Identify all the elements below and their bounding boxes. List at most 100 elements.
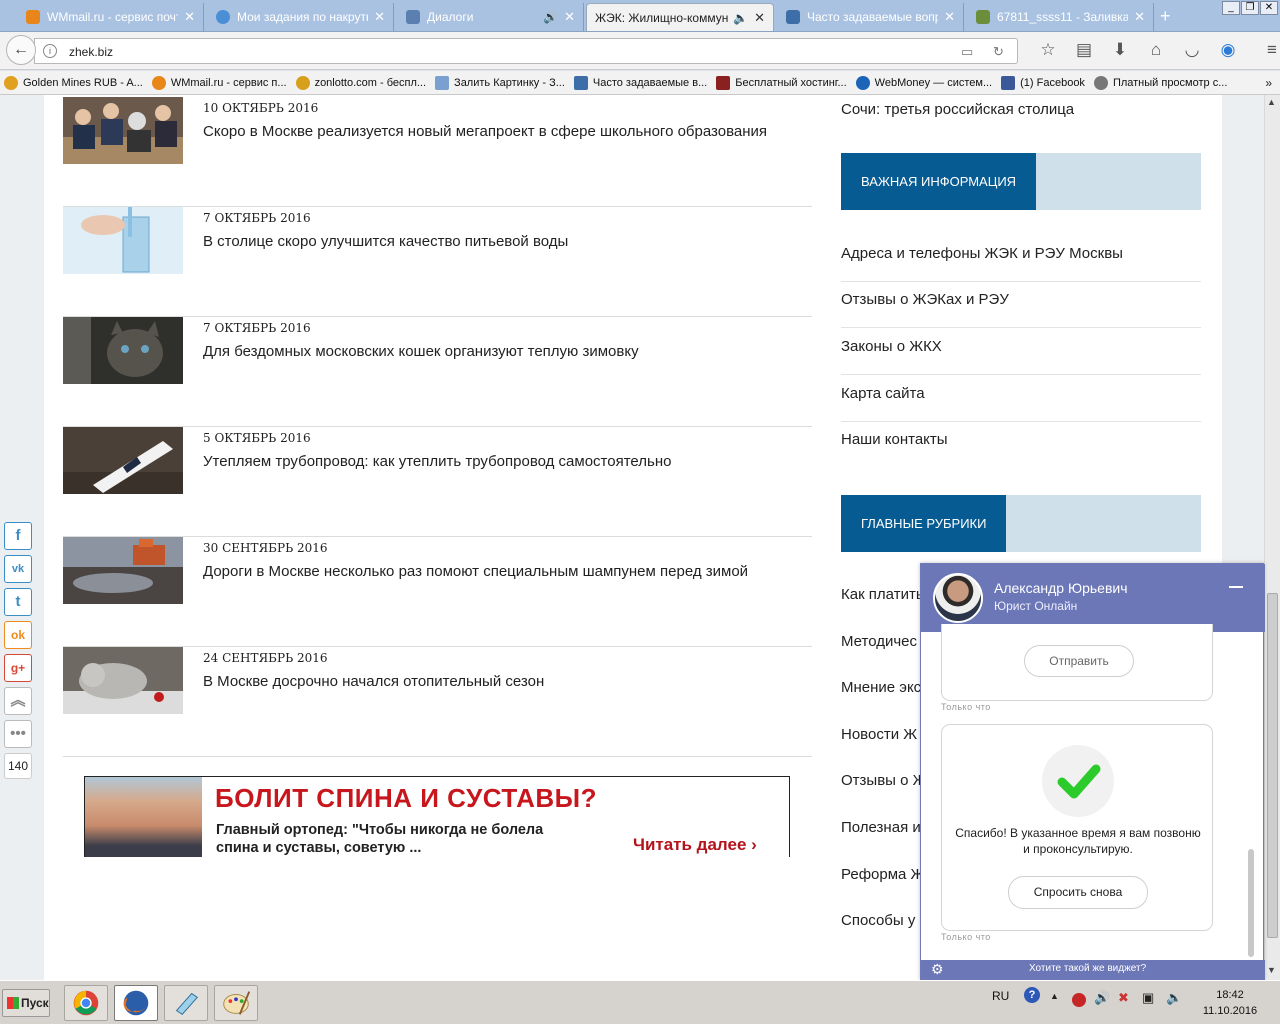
vk-share-icon[interactable]: vk [4, 555, 32, 583]
news-thumbnail[interactable] [63, 97, 183, 164]
news-thumbnail[interactable] [63, 317, 183, 384]
twitter-share-icon[interactable]: t [4, 588, 32, 616]
close-icon[interactable]: ✕ [564, 9, 575, 25]
speaker-icon[interactable]: 🔈 [1166, 990, 1182, 1006]
address-bar[interactable]: i zhek.biz ▭ ↻ [34, 38, 1018, 64]
news-thumbnail[interactable] [63, 537, 183, 604]
sidebar-link[interactable]: Наши контакты [841, 421, 1201, 468]
googleplus-share-icon[interactable]: g+ [4, 654, 32, 682]
rubric-link[interactable]: Способы у [841, 912, 931, 929]
scroll-up-arrow-icon[interactable]: ▲ [1267, 97, 1276, 107]
bookmark-item[interactable]: Бесплатный хостинг... [716, 75, 847, 90]
news-thumbnail[interactable] [63, 427, 183, 494]
news-item[interactable]: 10 ОКТЯБРЬ 2016 Скоро в Москве реализует… [63, 97, 812, 207]
chat-scrollbar[interactable] [1248, 849, 1254, 957]
menu-icon[interactable]: ≡ [1254, 40, 1280, 60]
news-item[interactable]: 5 ОКТЯБРЬ 2016 Утепляем трубопровод: как… [63, 427, 812, 537]
minimize-icon[interactable] [1229, 586, 1243, 588]
volume-icon[interactable]: 🔊 [1094, 990, 1110, 1006]
ad-read-more-link[interactable]: Читать далее › [633, 835, 757, 855]
page-scrollbar[interactable]: ▲ ▼ [1264, 95, 1280, 980]
news-thumbnail[interactable] [63, 207, 183, 274]
close-icon[interactable]: ✕ [374, 9, 385, 25]
close-icon[interactable]: ✕ [754, 10, 765, 26]
notepad-taskbar-button[interactable] [164, 985, 208, 1021]
news-title[interactable]: В Москве досрочно начался отопительный с… [203, 673, 544, 690]
speaker-icon[interactable]: 🔈 [733, 11, 748, 25]
paint-taskbar-button[interactable] [214, 985, 258, 1021]
tab-dialogs[interactable]: Диалоги 🔊 ✕ [398, 3, 584, 31]
ad-photo[interactable] [85, 777, 202, 857]
bookmark-star-icon[interactable]: ☆ [1030, 40, 1066, 60]
close-icon[interactable]: ✕ [1134, 9, 1145, 25]
sidebar-link[interactable]: Законы о ЖКХ [841, 328, 1201, 375]
sidebar-link[interactable]: Карта сайта [841, 375, 1201, 422]
chrome-taskbar-button[interactable] [64, 985, 108, 1021]
antivirus-icon[interactable] [1072, 993, 1086, 1007]
scrollbar-thumb[interactable] [1267, 593, 1278, 938]
close-icon[interactable]: ✕ [184, 9, 195, 25]
ask-again-button[interactable]: Спросить снова [1008, 876, 1148, 909]
bookmark-item[interactable]: Залить Картинку - З... [435, 75, 565, 90]
bookmark-item[interactable]: WebMoney — систем... [855, 75, 992, 90]
tab-faq[interactable]: Часто задаваемые вопр... ✕ [778, 3, 964, 31]
reload-icon[interactable]: ↻ [993, 44, 1004, 60]
pocket-icon[interactable]: ◡ [1174, 40, 1210, 60]
send-button[interactable]: Отправить [1024, 645, 1134, 677]
speaker-icon[interactable]: 🔊 [543, 10, 558, 24]
reader-icon[interactable]: ▭ [961, 44, 973, 60]
bookmark-item[interactable]: (1) Facebook [1001, 75, 1085, 90]
news-item[interactable]: 7 ОКТЯБРЬ 2016 В столице скоро улучшится… [63, 207, 812, 317]
more-bookmarks-icon[interactable]: » [1265, 76, 1272, 90]
news-thumbnail[interactable] [63, 647, 183, 714]
info-icon[interactable]: i [43, 44, 57, 58]
news-item[interactable]: 7 ОКТЯБРЬ 2016 Для бездомных московских … [63, 317, 812, 427]
rubric-link[interactable]: Новости Ж [841, 726, 931, 743]
scroll-up-icon[interactable]: ︽ [4, 687, 32, 715]
network-icon[interactable]: ✖ [1118, 990, 1129, 1006]
help-icon[interactable]: ? [1024, 987, 1040, 1003]
bookmark-item[interactable]: zonlotto.com - беспл... [295, 75, 426, 90]
tab-wmmail[interactable]: WMmail.ru - сервис почт... ✕ [18, 3, 204, 31]
chat-header[interactable]: Александр Юрьевич Юрист Онлайн [921, 564, 1265, 632]
rubric-link[interactable]: Реформа Ж [841, 866, 931, 883]
sync-icon[interactable]: ◉ [1210, 40, 1246, 60]
news-item[interactable]: 24 СЕНТЯБРЬ 2016 В Москве досрочно начал… [63, 647, 812, 757]
maximize-button[interactable]: ❐ [1241, 1, 1259, 15]
download-icon[interactable]: ⬇ [1102, 40, 1138, 60]
sidebar-link[interactable]: Адреса и телефоны ЖЭК и РЭУ Москвы [841, 235, 1201, 282]
sidebar-top-link[interactable]: Сочи: третья российская столица [841, 101, 1074, 118]
news-title[interactable]: Для бездомных московских кошек организую… [203, 343, 639, 360]
news-title[interactable]: Скоро в Москве реализуется новый мегапро… [203, 123, 767, 140]
rubric-link[interactable]: Мнение экс [841, 679, 931, 696]
widget-promo-link[interactable]: Хотите такой же виджет? [1029, 963, 1146, 974]
tab-upload[interactable]: 67811_ssss11 - Заливка... ✕ [968, 3, 1154, 31]
bookmark-item[interactable]: Golden Mines RUB - A... [4, 75, 143, 90]
close-icon[interactable]: ✕ [944, 9, 955, 25]
new-tab-button[interactable]: + [1160, 6, 1171, 27]
news-title[interactable]: В столице скоро улучшится качество питье… [203, 233, 568, 250]
home-icon[interactable]: ⌂ [1138, 40, 1174, 60]
scroll-down-arrow-icon[interactable]: ▼ [1267, 965, 1276, 975]
rubric-link[interactable]: Как платить [841, 586, 931, 603]
firefox-taskbar-button[interactable] [114, 985, 158, 1021]
back-button[interactable]: ← [6, 35, 36, 65]
url-text[interactable]: zhek.biz [69, 45, 113, 59]
rubric-link[interactable]: Отзывы о Ж [841, 772, 931, 789]
facebook-share-icon[interactable]: f [4, 522, 32, 550]
minimize-button[interactable]: _ [1222, 1, 1240, 15]
ad-headline[interactable]: БОЛИТ СПИНА И СУСТАВЫ? [215, 783, 597, 814]
ad-text[interactable]: Главный ортопед: "Чтобы никогда не болел… [216, 821, 576, 857]
news-title[interactable]: Утепляем трубопровод: как утеплить трубо… [203, 453, 671, 470]
news-item[interactable]: 30 СЕНТЯБРЬ 2016 Дороги в Москве несколь… [63, 537, 812, 647]
rubric-link[interactable]: Методичес [841, 633, 931, 650]
bookmark-item[interactable]: Часто задаваемые в... [573, 75, 707, 90]
more-share-icon[interactable]: ••• [4, 720, 32, 748]
bookmark-item[interactable]: Платный просмотр с... [1093, 75, 1227, 90]
language-indicator[interactable]: RU [992, 989, 1009, 1003]
tab-zhek[interactable]: ЖЭК: Жилищно-коммун... 🔈 ✕ [586, 3, 774, 31]
system-clock[interactable]: 18:42 11.10.2016 [1190, 987, 1270, 1019]
close-window-button[interactable]: ✕ [1260, 1, 1278, 15]
tray-expand-icon[interactable]: ▲ [1050, 991, 1059, 1001]
ad-banner[interactable]: БОЛИТ СПИНА И СУСТАВЫ? Главный ортопед: … [84, 776, 790, 857]
